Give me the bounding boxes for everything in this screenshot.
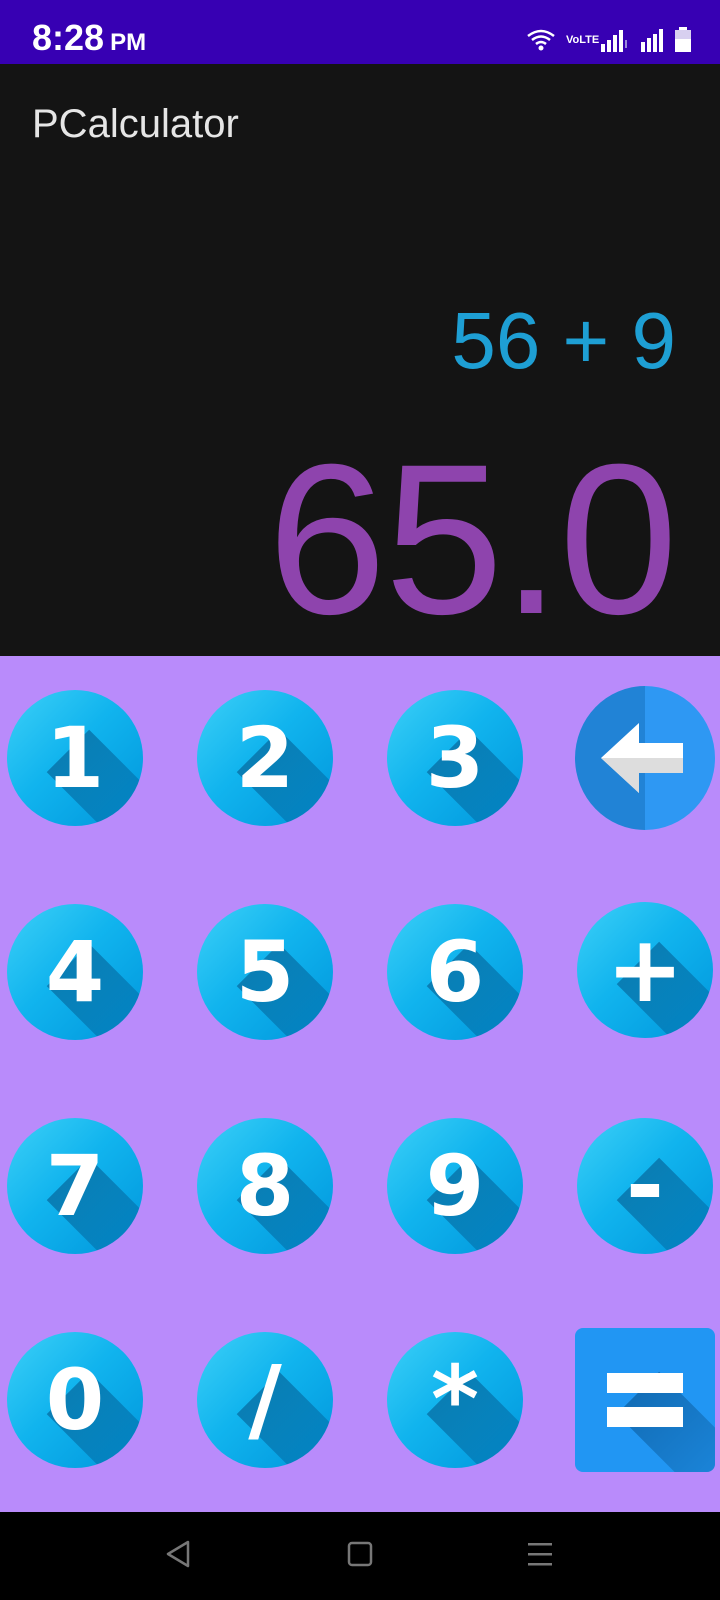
key-2[interactable]: 2 (197, 690, 333, 826)
battery-icon (674, 27, 692, 53)
navigation-bar (0, 1512, 720, 1600)
status-ampm: PM (110, 29, 147, 56)
key-5-label: 5 (235, 923, 295, 1021)
key-6[interactable]: 6 (387, 904, 523, 1040)
key-0-label: 0 (45, 1351, 105, 1449)
key-2-label: 2 (235, 709, 295, 807)
key-3[interactable]: 3 (387, 690, 523, 826)
equals-icon (575, 1328, 715, 1472)
multiply-label: * (430, 1346, 480, 1453)
status-icons: VoLTE (526, 24, 692, 56)
backspace-arrow-icon (575, 686, 715, 830)
key-1[interactable]: 1 (7, 690, 143, 826)
key-8-label: 8 (235, 1137, 295, 1235)
nav-menu-button[interactable] (520, 1536, 560, 1576)
app-title: PCalculator (32, 102, 239, 146)
minus-label: - (625, 1132, 665, 1239)
key-7[interactable]: 7 (7, 1118, 143, 1254)
key-3-label: 3 (425, 709, 485, 807)
key-6-label: 6 (425, 923, 485, 1021)
app-root: 8:28 PM VoLTE PCalculator 56 + 9 65.0 1 … (0, 0, 720, 1600)
signal-icon-2 (640, 28, 664, 52)
calculator-display: PCalculator 56 + 9 65.0 (0, 64, 720, 656)
signal-icon (600, 28, 630, 52)
key-7-label: 7 (45, 1137, 105, 1235)
nav-back-icon (164, 1539, 192, 1574)
key-4-label: 4 (45, 923, 105, 1021)
minus-button[interactable]: - (577, 1118, 713, 1254)
nav-home-icon (347, 1541, 373, 1572)
status-time: 8:28 PM (32, 18, 146, 63)
nav-back-button[interactable] (158, 1536, 198, 1576)
key-8[interactable]: 8 (197, 1118, 333, 1254)
key-1-label: 1 (45, 709, 105, 807)
key-4[interactable]: 4 (7, 904, 143, 1040)
nav-home-button[interactable] (340, 1536, 380, 1576)
keypad: 1 2 3 4 5 6 + 7 8 9 - 0 / * (0, 656, 720, 1512)
divide-label: / (248, 1346, 282, 1453)
plus-button[interactable]: + (577, 902, 713, 1038)
backspace-button[interactable] (575, 686, 715, 830)
key-5[interactable]: 5 (197, 904, 333, 1040)
status-clock: 8:28 (32, 17, 105, 58)
key-9-label: 9 (425, 1137, 485, 1235)
key-9[interactable]: 9 (387, 1118, 523, 1254)
equals-button[interactable] (575, 1328, 715, 1472)
wifi-icon (526, 28, 556, 52)
result-text: 65.0 (267, 420, 678, 659)
multiply-button[interactable]: * (387, 1332, 523, 1468)
expression-text: 56 + 9 (451, 296, 676, 385)
volte-label: VoLTE (566, 33, 600, 46)
key-0[interactable]: 0 (7, 1332, 143, 1468)
divide-button[interactable]: / (197, 1332, 333, 1468)
status-bar: 8:28 PM VoLTE (0, 0, 720, 64)
plus-label: + (606, 916, 684, 1023)
nav-menu-icon (526, 1541, 554, 1572)
